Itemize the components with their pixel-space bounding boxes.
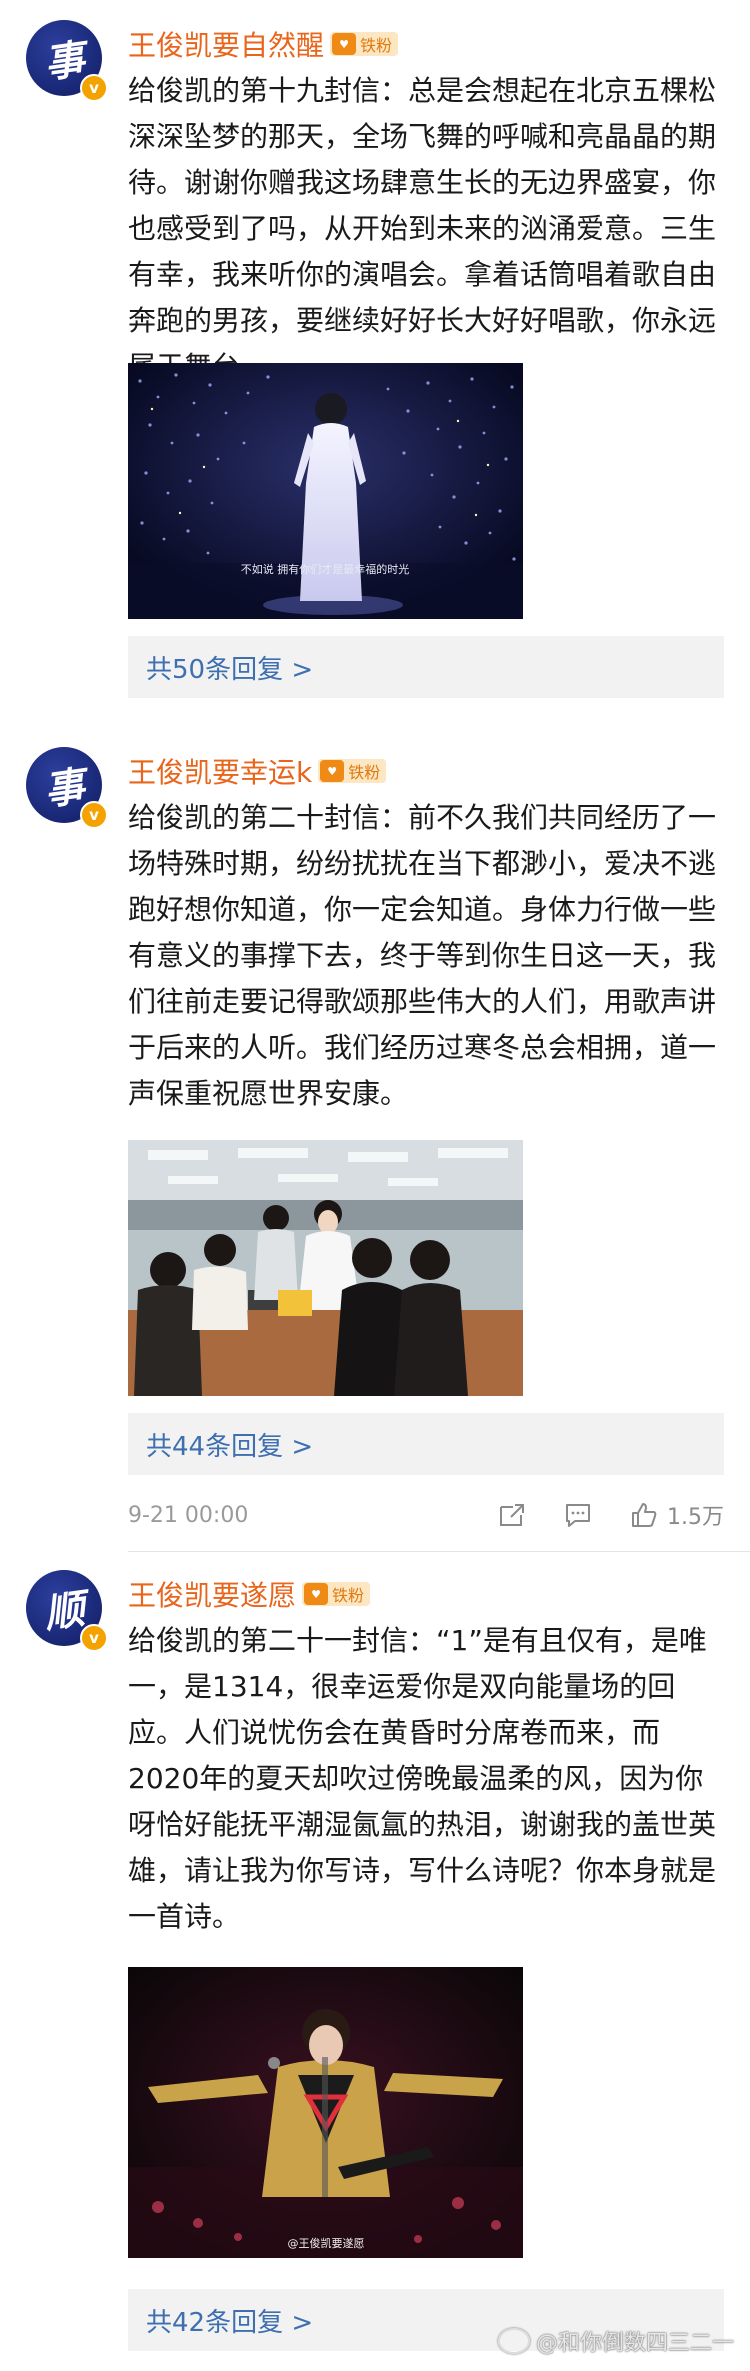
username-text: 王俊凯要自然醒 (128, 29, 325, 62)
username-text: 王俊凯要遂愿 (128, 1579, 297, 1612)
fan-badge: ♥ 铁粉 (330, 32, 399, 56)
weibo-watermark: @和你倒数四三二一 (497, 2325, 734, 2357)
comment-photo[interactable]: @王俊凯要遂愿 (128, 1967, 523, 2258)
replies-label: 共42条回复 > (146, 2307, 314, 2338)
photo-caption: 不如说 拥有你们才是最幸福的时光 (241, 562, 410, 576)
avatar-glyph: 顺 (41, 1585, 88, 1638)
comment-text: 给俊凯的第十九封信：总是会想起在北京五棵松深深坠梦的那天，全场飞舞的呼喊和亮晶晶… (128, 74, 717, 383)
like-count: 1.5万 (667, 1505, 724, 1530)
weibo-icon (497, 2328, 530, 2354)
avatar-glyph: 事 (41, 762, 88, 815)
fan-badge-label: 铁粉 (348, 763, 381, 782)
comment-icon[interactable] (563, 1501, 593, 1529)
comment-meta-row: 9-21 00:00 1.5万 (128, 1495, 724, 1535)
like-button[interactable]: 1.5万 (629, 1499, 724, 1531)
verified-icon: v (80, 74, 108, 102)
heart-level-icon: ♥ (304, 1583, 329, 1605)
verified-icon: v (80, 1624, 108, 1652)
watermark-text: @和你倒数四三二一 (535, 2331, 734, 2356)
username-text: 王俊凯要幸运k (128, 756, 313, 789)
comment-text: 给俊凯的第二十封信：前不久我们共同经历了一场特殊时期，纷纷扰扰在当下都渺小，爱决… (128, 801, 717, 1110)
fan-badge-label: 铁粉 (360, 36, 393, 55)
share-icon[interactable] (497, 1501, 527, 1529)
verified-icon: v (80, 801, 108, 829)
avatar-glyph: 事 (41, 35, 88, 88)
replies-label: 共50条回复 > (146, 654, 314, 685)
view-replies-button[interactable]: 共50条回复 > (128, 636, 724, 698)
view-replies-button[interactable]: 共44条回复 > (128, 1413, 724, 1475)
comment-text: 给俊凯的第二十一封信：“1”是有且仅有，是唯一，是1314，很幸运爱你是双向能量… (128, 1624, 717, 1933)
timestamp: 9-21 00:00 (128, 1502, 249, 1528)
fan-badge-label: 铁粉 (332, 1586, 365, 1605)
like-icon (632, 1503, 657, 1527)
divider (128, 1551, 750, 1552)
username[interactable]: 王俊凯要幸运k ♥ 铁粉 (128, 751, 387, 791)
fan-badge: ♥ 铁粉 (302, 1582, 371, 1606)
username[interactable]: 王俊凯要自然醒 ♥ 铁粉 (128, 24, 399, 64)
heart-level-icon: ♥ (332, 33, 357, 55)
username[interactable]: 王俊凯要遂愿 ♥ 铁粉 (128, 1574, 371, 1614)
comment-photo[interactable] (128, 1140, 523, 1396)
replies-label: 共44条回复 > (146, 1431, 314, 1462)
comment-photo[interactable]: 不如说 拥有你们才是最幸福的时光 (128, 363, 523, 619)
fan-badge: ♥ 铁粉 (318, 759, 387, 783)
photo-watermark: @王俊凯要遂愿 (288, 2236, 365, 2250)
heart-level-icon: ♥ (320, 760, 345, 782)
